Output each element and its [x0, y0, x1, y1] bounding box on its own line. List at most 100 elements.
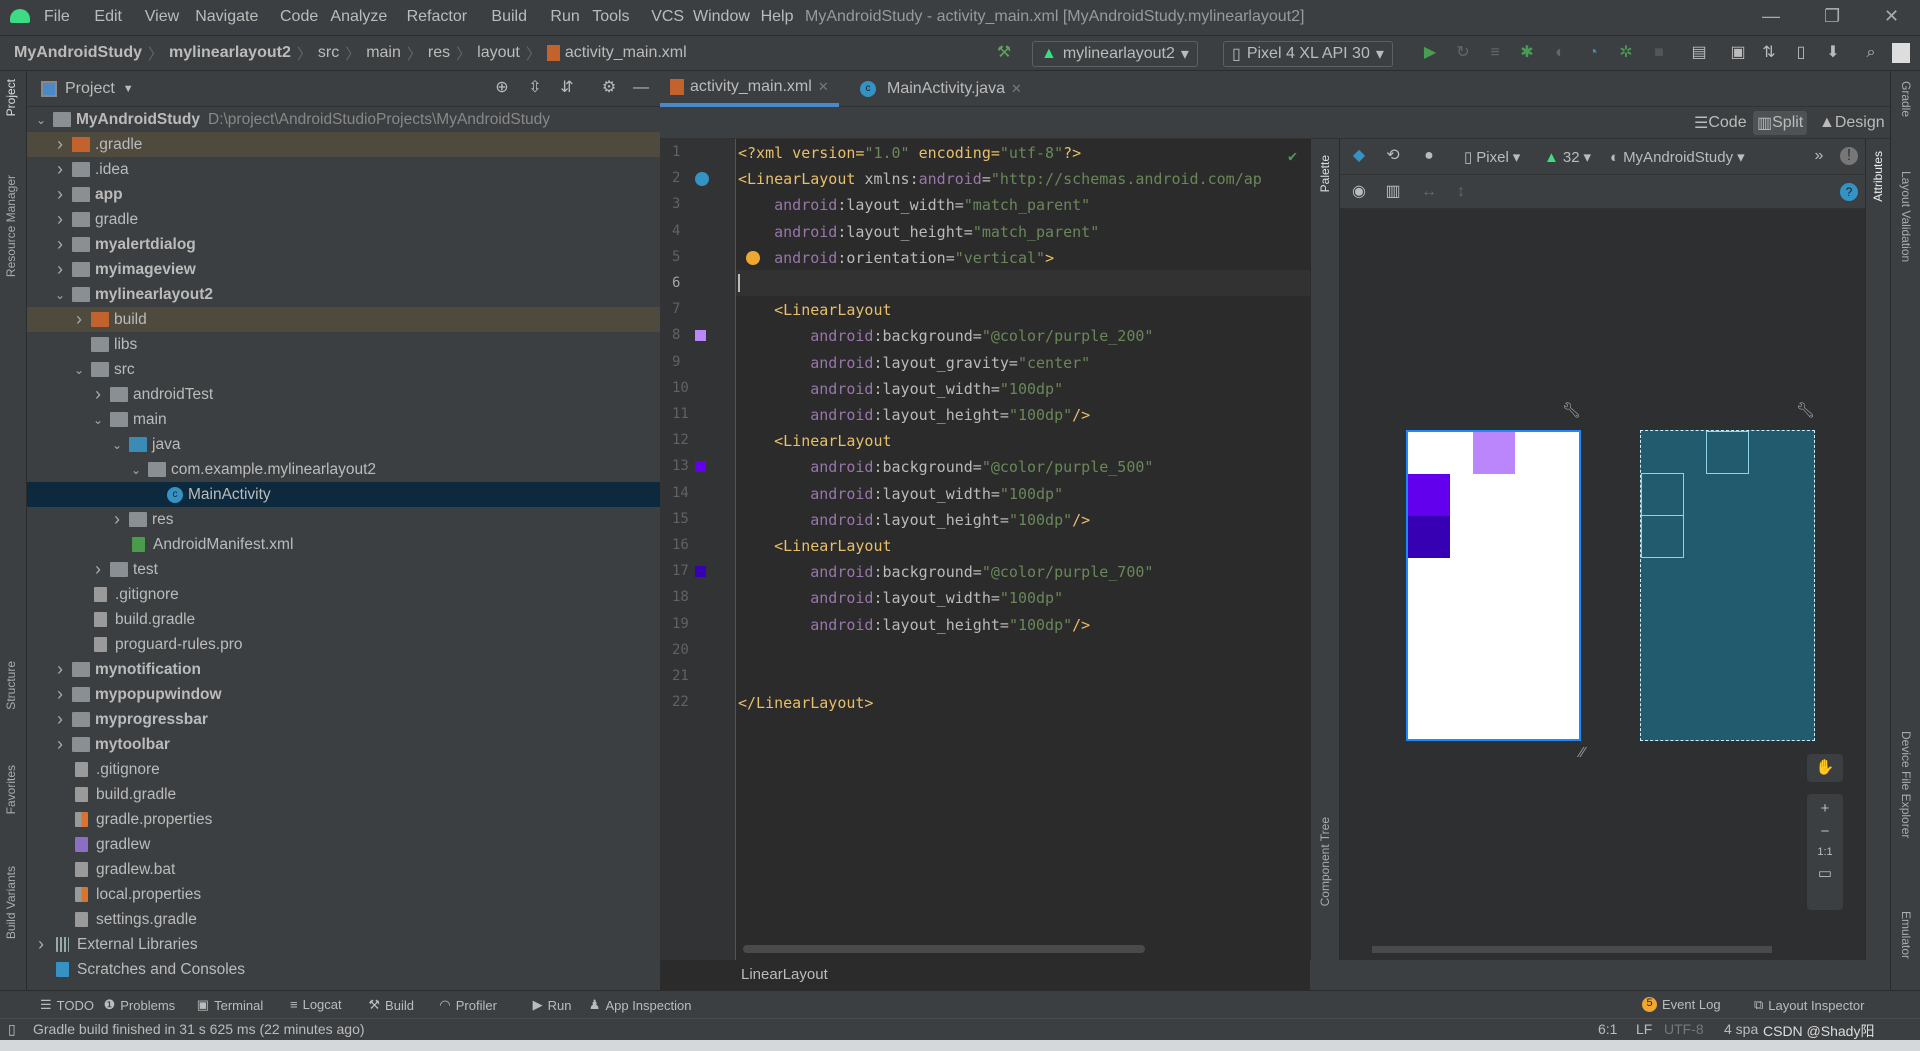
chevron-down-icon[interactable]: ⌄	[128, 463, 144, 477]
tool-tab-project[interactable]: Project	[4, 79, 18, 116]
code-line[interactable]: android:layout_height="100dp"/>	[738, 402, 1090, 428]
line-separator[interactable]: LF	[1636, 1021, 1652, 1037]
code-line[interactable]: android:background="@color/purple_200"	[738, 323, 1153, 349]
chevron-right-icon[interactable]: ›	[90, 384, 106, 405]
tree-item[interactable]: › res	[27, 507, 660, 532]
chevron-right-icon[interactable]: ›	[52, 734, 68, 755]
menu-build[interactable]: Build	[491, 8, 527, 26]
tool-tab-resource-manager[interactable]: Resource Manager	[4, 175, 18, 277]
mode-design-button[interactable]: ▲ Design	[1815, 111, 1889, 135]
chevron-right-icon[interactable]: ›	[52, 659, 68, 680]
night-mode-icon[interactable]: ●	[1420, 147, 1438, 165]
tree-item[interactable]: › test	[27, 557, 660, 582]
gradle-sync-icon[interactable]: ⇅	[1760, 44, 1778, 62]
wrench-icon[interactable]: 🔧︎	[1796, 401, 1815, 419]
tree-item[interactable]: gradle.properties	[27, 807, 660, 832]
close-tab-icon[interactable]: ✕	[818, 79, 829, 95]
purple-700-box[interactable]	[1408, 516, 1450, 558]
tree-item[interactable]: › build	[27, 307, 660, 332]
tool-build-button[interactable]: ⚒ Build	[368, 997, 414, 1013]
menu-edit[interactable]: Edit	[94, 8, 122, 26]
code-line[interactable]: <?xml version="1.0" encoding="utf-8"?>	[738, 140, 1081, 166]
file-encoding[interactable]: UTF-8	[1664, 1021, 1704, 1037]
breadcrumb-item[interactable]: main	[366, 44, 401, 62]
chevron-right-icon[interactable]: ›	[52, 134, 68, 155]
menu-code[interactable]: Code	[280, 8, 318, 26]
hide-panel-icon[interactable]: —	[632, 79, 650, 97]
code-line[interactable]: android:background="@color/purple_700"	[738, 559, 1153, 585]
api-level-select[interactable]: ▲ 32 ▾	[1544, 148, 1591, 167]
breadcrumb-item[interactable]: MyAndroidStudy	[14, 44, 142, 62]
layers-icon[interactable]: ◆	[1350, 147, 1368, 165]
menu-window[interactable]: Window	[693, 8, 750, 26]
tree-item[interactable]: build.gradle	[27, 607, 660, 632]
tool-profiler-button[interactable]: ◠ Profiler	[439, 997, 497, 1013]
menu-view[interactable]: View	[145, 8, 179, 26]
tree-item[interactable]: ⌄ MyAndroidStudy D:\project\AndroidStudioP…	[27, 107, 660, 132]
tree-item[interactable]: › app	[27, 182, 660, 207]
menu-run[interactable]: Run	[550, 8, 579, 26]
tool-problems-button[interactable]: ❶ Problems	[104, 997, 176, 1013]
code-line[interactable]: android:layout_gravity="center"	[738, 350, 1090, 376]
code-line[interactable]: android:layout_width="100dp"	[738, 376, 1063, 402]
tree-item[interactable]: › mynotification	[27, 657, 660, 682]
expand-all-icon[interactable]: ⇳	[526, 79, 544, 97]
code-editor[interactable]: 1 2 3 4 5 6 7 8 9 10 11 12 13 14 15 16 17 18 19 20 21 22 <?xm…	[660, 139, 1310, 960]
theme-select[interactable]: ◐ MyAndroidStudy ▾	[1610, 148, 1745, 167]
tree-item[interactable]: ⌄ mylinearlayout2	[27, 282, 660, 307]
search-icon[interactable]: ⌕	[1862, 44, 1880, 62]
chevron-right-icon[interactable]: ›	[52, 709, 68, 730]
design-surface[interactable]: ◆ ⟲ ● ▯ Pixel ▾ ▲ 32 ▾ ◐ MyAndroidStudy ▾ » ! …	[1340, 139, 1865, 960]
project-view-select[interactable]: Project	[65, 80, 115, 98]
horizontal-scrollbar[interactable]	[743, 945, 1145, 953]
event-log-button[interactable]: 5 Event Log	[1642, 997, 1721, 1012]
breadcrumb-item[interactable]: activity_main.xml	[565, 44, 687, 62]
breadcrumb-item[interactable]: layout	[477, 44, 520, 62]
purple-200-box[interactable]	[1473, 432, 1515, 474]
apply-changes-icon[interactable]: ↻	[1454, 44, 1472, 62]
device-manager-icon[interactable]: ▣	[1729, 44, 1747, 62]
tree-item[interactable]: .gitignore	[27, 582, 660, 607]
tool-tab-build-variants[interactable]: Build Variants	[4, 866, 18, 939]
chevron-down-icon[interactable]: ⌄	[90, 413, 106, 427]
mode-split-button[interactable]: ▥ Split	[1753, 111, 1808, 135]
code-line[interactable]: android:layout_height="100dp"/>	[738, 507, 1090, 533]
avd-manager-icon[interactable]: ▯	[1792, 44, 1810, 62]
tree-item[interactable]: › .idea	[27, 157, 660, 182]
eye-icon[interactable]: ◉	[1350, 183, 1368, 201]
menu-analyze[interactable]: Analyze	[330, 8, 387, 26]
component-tree-tab[interactable]: Component Tree	[1318, 817, 1332, 906]
breadcrumb-item[interactable]: mylinearlayout2	[169, 44, 291, 62]
tab-mainactivity-java[interactable]: c MainActivity.java ✕	[850, 71, 1032, 107]
tree-item[interactable]: gradlew.bat	[27, 857, 660, 882]
status-toggle-icon[interactable]: ▯	[8, 1021, 16, 1038]
tree-item[interactable]: AndroidManifest.xml	[27, 532, 660, 557]
code-line[interactable]: android:layout_width="100dp"	[738, 585, 1063, 611]
breadcrumb-item[interactable]: src	[318, 44, 339, 62]
tool-run-button[interactable]: ▶ Run	[533, 997, 572, 1013]
code-line[interactable]: <LinearLayout	[738, 297, 891, 323]
tool-tab-device-file-explorer[interactable]: Device File Explorer	[1899, 731, 1913, 838]
close-button[interactable]: ✕	[1884, 6, 1899, 27]
breadcrumb-item[interactable]: res	[428, 44, 450, 62]
chevron-right-icon[interactable]: ›	[52, 684, 68, 705]
chevron-right-icon[interactable]: ›	[71, 309, 87, 330]
tree-item[interactable]: › androidTest	[27, 382, 660, 407]
zoom-actual-button[interactable]: 1:1	[1807, 846, 1843, 858]
tree-item[interactable]: › myimageview	[27, 257, 660, 282]
tab-activity-main-xml[interactable]: activity_main.xml ✕	[660, 71, 839, 107]
bulb-icon[interactable]	[746, 250, 760, 265]
tree-item[interactable]: gradlew	[27, 832, 660, 857]
close-tab-icon[interactable]: ✕	[1011, 81, 1022, 97]
tree-item[interactable]: .gitignore	[27, 757, 660, 782]
horizontal-expand-icon[interactable]: ↔	[1420, 183, 1438, 201]
overflow-icon[interactable]: »	[1810, 147, 1828, 165]
code-line[interactable]: android:layout_height="100dp"/>	[738, 612, 1090, 638]
pan-hand-icon[interactable]: ✋	[1807, 754, 1843, 782]
orientation-icon[interactable]: ⟲	[1384, 147, 1402, 165]
layout-inspector-button[interactable]: ⧉ Layout Inspector	[1754, 997, 1864, 1013]
mode-code-button[interactable]: ☰ Code	[1690, 111, 1751, 135]
layout-preview[interactable]	[1406, 430, 1581, 741]
menu-vcs[interactable]: VCS	[651, 8, 684, 26]
color-swatch-icon[interactable]	[695, 330, 706, 342]
